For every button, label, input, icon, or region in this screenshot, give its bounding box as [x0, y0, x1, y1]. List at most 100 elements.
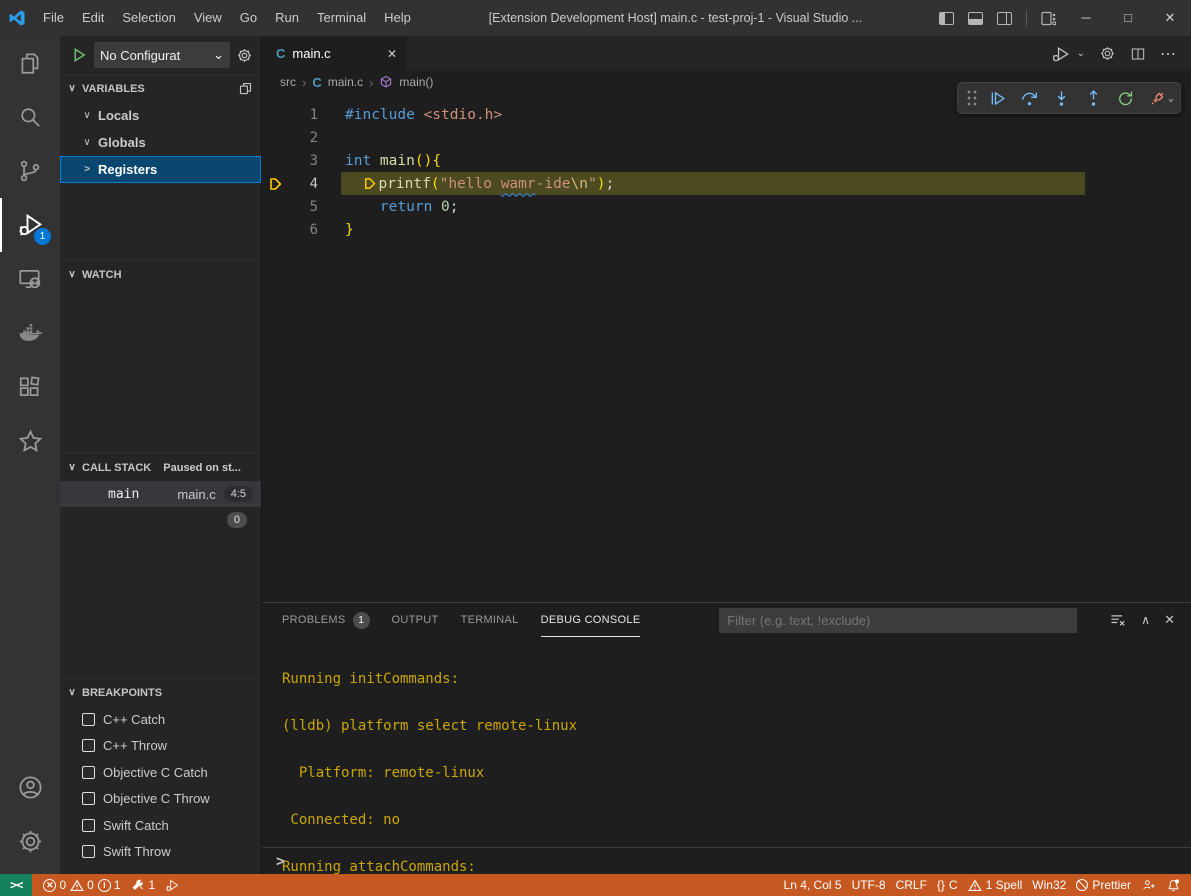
code-line-3[interactable]: 3 int main(){: [262, 149, 1191, 172]
breakpoint-cpp-throw[interactable]: C++ Throw: [60, 733, 261, 760]
menu-run[interactable]: Run: [266, 0, 308, 36]
prompt-chevron-icon: >: [276, 852, 285, 870]
toggle-panel-icon[interactable]: [968, 12, 983, 25]
language-mode[interactable]: {} C: [932, 874, 963, 896]
tab-main-c[interactable]: C main.c ✕: [262, 36, 407, 71]
activitybar-settings[interactable]: [0, 814, 60, 868]
checkbox[interactable]: [82, 766, 95, 779]
call-stack-body: [60, 533, 261, 678]
menu-edit[interactable]: Edit: [73, 0, 113, 36]
menu-file[interactable]: File: [34, 0, 73, 36]
tab-debug-console[interactable]: DEBUG CONSOLE: [541, 603, 641, 637]
feedback-item[interactable]: [1136, 874, 1161, 896]
tools-status-item[interactable]: 1: [126, 874, 161, 896]
toggle-sidebar-icon[interactable]: [939, 12, 954, 25]
step-over-button[interactable]: [1016, 85, 1044, 111]
restart-button[interactable]: [1112, 85, 1140, 111]
menu-go[interactable]: Go: [231, 0, 266, 36]
spell-checker-item[interactable]: 1 Spell: [963, 874, 1028, 896]
code-line-2[interactable]: 2: [262, 126, 1191, 149]
debug-console-output[interactable]: Running initCommands: (lldb) platform se…: [262, 637, 1191, 874]
more-actions-icon[interactable]: ⋯: [1160, 44, 1177, 64]
split-editor-icon[interactable]: [1130, 46, 1146, 62]
call-stack-header[interactable]: ∨ CALL STACK Paused on st...: [60, 454, 261, 481]
minimize-button[interactable]: ─: [1065, 0, 1107, 36]
variables-scope-locals[interactable]: ∨ Locals: [60, 102, 261, 129]
activitybar-docker[interactable]: [0, 306, 60, 360]
checkbox[interactable]: [82, 713, 95, 726]
drag-grip-icon[interactable]: [964, 87, 980, 109]
activitybar-extension-star[interactable]: [0, 414, 60, 468]
activitybar-accounts[interactable]: [0, 760, 60, 814]
copy-value-icon[interactable]: [238, 81, 253, 96]
customize-layout-icon[interactable]: [1041, 11, 1057, 26]
encoding-indicator[interactable]: UTF-8: [847, 874, 891, 896]
close-panel-icon[interactable]: ✕: [1164, 612, 1175, 628]
remote-indicator[interactable]: ><: [0, 874, 32, 896]
debug-settings-gear-icon[interactable]: [236, 47, 253, 64]
variables-header[interactable]: ∨ VARIABLES: [60, 75, 261, 102]
close-window-button[interactable]: ✕: [1149, 0, 1191, 36]
token-string-spellcheck: wamr: [501, 176, 536, 192]
watch-header[interactable]: ∨ WATCH: [60, 261, 261, 288]
menu-view[interactable]: View: [185, 0, 231, 36]
breakpoint-objc-catch[interactable]: Objective C Catch: [60, 759, 261, 786]
clear-console-icon[interactable]: [1109, 611, 1127, 629]
activitybar-source-control[interactable]: [0, 144, 60, 198]
activitybar-remote-explorer[interactable]: [0, 252, 60, 306]
maximize-panel-icon[interactable]: ∧: [1141, 613, 1150, 627]
console-filter-input[interactable]: [719, 608, 1077, 633]
code-line-4-current[interactable]: 4 printf("hello wamr-ide\n");: [262, 172, 1191, 195]
menu-selection[interactable]: Selection: [113, 0, 184, 36]
close-tab-icon[interactable]: ✕: [387, 47, 397, 61]
activitybar-search[interactable]: [0, 90, 60, 144]
start-debug-icon[interactable]: [70, 46, 88, 64]
continue-button[interactable]: [984, 85, 1012, 111]
debug-status-item[interactable]: [160, 874, 185, 896]
breakpoint-cpp-catch[interactable]: C++ Catch: [60, 706, 261, 733]
gear-icon[interactable]: [1099, 45, 1116, 62]
activitybar-extensions[interactable]: [0, 360, 60, 414]
cursor-position[interactable]: Ln 4, Col 5: [779, 874, 847, 896]
breakpoints-header[interactable]: ∨ BREAKPOINTS: [60, 679, 261, 706]
variables-scope-globals[interactable]: ∨ Globals: [60, 129, 261, 156]
step-out-button[interactable]: [1080, 85, 1108, 111]
tab-problems[interactable]: PROBLEMS 1: [282, 603, 370, 637]
breakpoint-objc-throw[interactable]: Objective C Throw: [60, 786, 261, 813]
toggle-secondary-sidebar-icon[interactable]: [997, 12, 1012, 25]
step-into-button[interactable]: [1048, 85, 1076, 111]
checkbox[interactable]: [82, 845, 95, 858]
eol-indicator[interactable]: CRLF: [891, 874, 932, 896]
gutter[interactable]: [262, 176, 288, 192]
tab-terminal[interactable]: TERMINAL: [461, 603, 519, 637]
tab-output[interactable]: OUTPUT: [392, 603, 439, 637]
activitybar-run-debug[interactable]: 1: [0, 198, 60, 252]
variables-tree: ∨ Locals ∨ Globals > Registers: [60, 102, 261, 260]
platform-target[interactable]: Win32: [1027, 874, 1071, 896]
chevron-down-icon[interactable]: ⌄: [1168, 93, 1174, 104]
variables-scope-registers[interactable]: > Registers: [60, 156, 261, 183]
menu-terminal[interactable]: Terminal: [308, 0, 375, 36]
checkbox[interactable]: [82, 739, 95, 752]
console-input-row[interactable]: >: [262, 847, 1191, 874]
maximize-button[interactable]: □: [1107, 0, 1149, 36]
breadcrumb-src[interactable]: src: [280, 75, 296, 89]
checkbox[interactable]: [82, 792, 95, 805]
problems-status-item[interactable]: ✕ 0 0 i 1: [38, 874, 125, 896]
notifications-item[interactable]: [1161, 874, 1191, 896]
breakpoint-swift-throw[interactable]: Swift Throw: [60, 839, 261, 866]
checkbox[interactable]: [82, 819, 95, 832]
run-or-debug-icon[interactable]: [1051, 44, 1071, 64]
breadcrumb-file[interactable]: main.c: [328, 75, 363, 89]
chevron-down-icon[interactable]: ⌄: [1077, 48, 1085, 59]
stack-frame-row[interactable]: main main.c 4:5: [60, 481, 261, 507]
breakpoint-swift-catch[interactable]: Swift Catch: [60, 812, 261, 839]
debug-configuration-dropdown[interactable]: No Configurat ⌄: [94, 42, 230, 68]
activitybar-explorer[interactable]: [0, 36, 60, 90]
breadcrumb-symbol[interactable]: main(): [399, 75, 433, 89]
code-line-5[interactable]: 5 return 0;: [262, 195, 1191, 218]
formatter-item[interactable]: Prettier: [1071, 874, 1136, 896]
menu-help[interactable]: Help: [375, 0, 420, 36]
code-editor[interactable]: ⌄ 1 #include <stdio.h> 2 3 int main(){: [262, 93, 1191, 602]
code-line-6[interactable]: 6 }: [262, 218, 1191, 241]
